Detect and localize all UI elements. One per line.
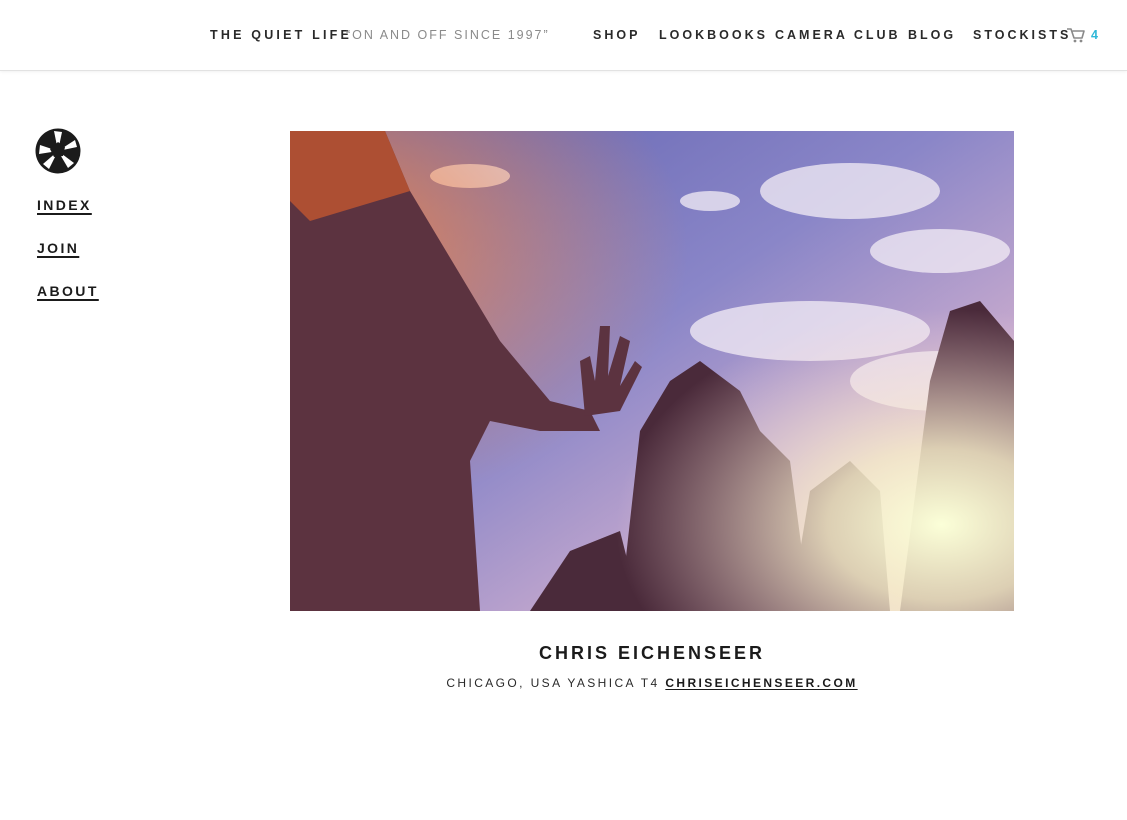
photographer-website-link[interactable]: CHRISEICHENSEER.COM [665,676,857,690]
cart-count-badge[interactable]: 4 [1091,28,1098,42]
photo-image [290,131,1014,611]
photographer-name: CHRIS EICHENSEER [538,643,766,663]
nav-shop[interactable]: SHOP [593,28,640,42]
brand-link[interactable]: THE QUIET LIFE [210,28,352,42]
site-header: THE QUIET LIFE “ON AND OFF SINCE 1997” S… [0,0,1127,71]
featured-photo[interactable] [290,131,1014,611]
tagline: “ON AND OFF SINCE 1997” [346,28,550,42]
sidebar-item-about[interactable]: ABOUT [37,283,99,299]
nav-stockists[interactable]: STOCKISTS [973,28,1071,42]
photo-meta: CHICAGO, USA YASHICA T4 CHRISEICHENSEER.… [290,676,1014,690]
nav-blog[interactable]: BLOG [908,28,956,42]
sidebar-item-join[interactable]: JOIN [37,240,79,256]
nav-camera-club[interactable]: CAMERA CLUB [775,28,901,42]
photo-location: CHICAGO, USA [446,676,562,690]
camera-aperture-icon[interactable] [35,128,81,174]
photo-camera: YASHICA T4 [567,676,660,690]
sidebar-item-index[interactable]: INDEX [37,197,92,213]
nav-lookbooks[interactable]: LOOKBOOKS [659,28,768,42]
